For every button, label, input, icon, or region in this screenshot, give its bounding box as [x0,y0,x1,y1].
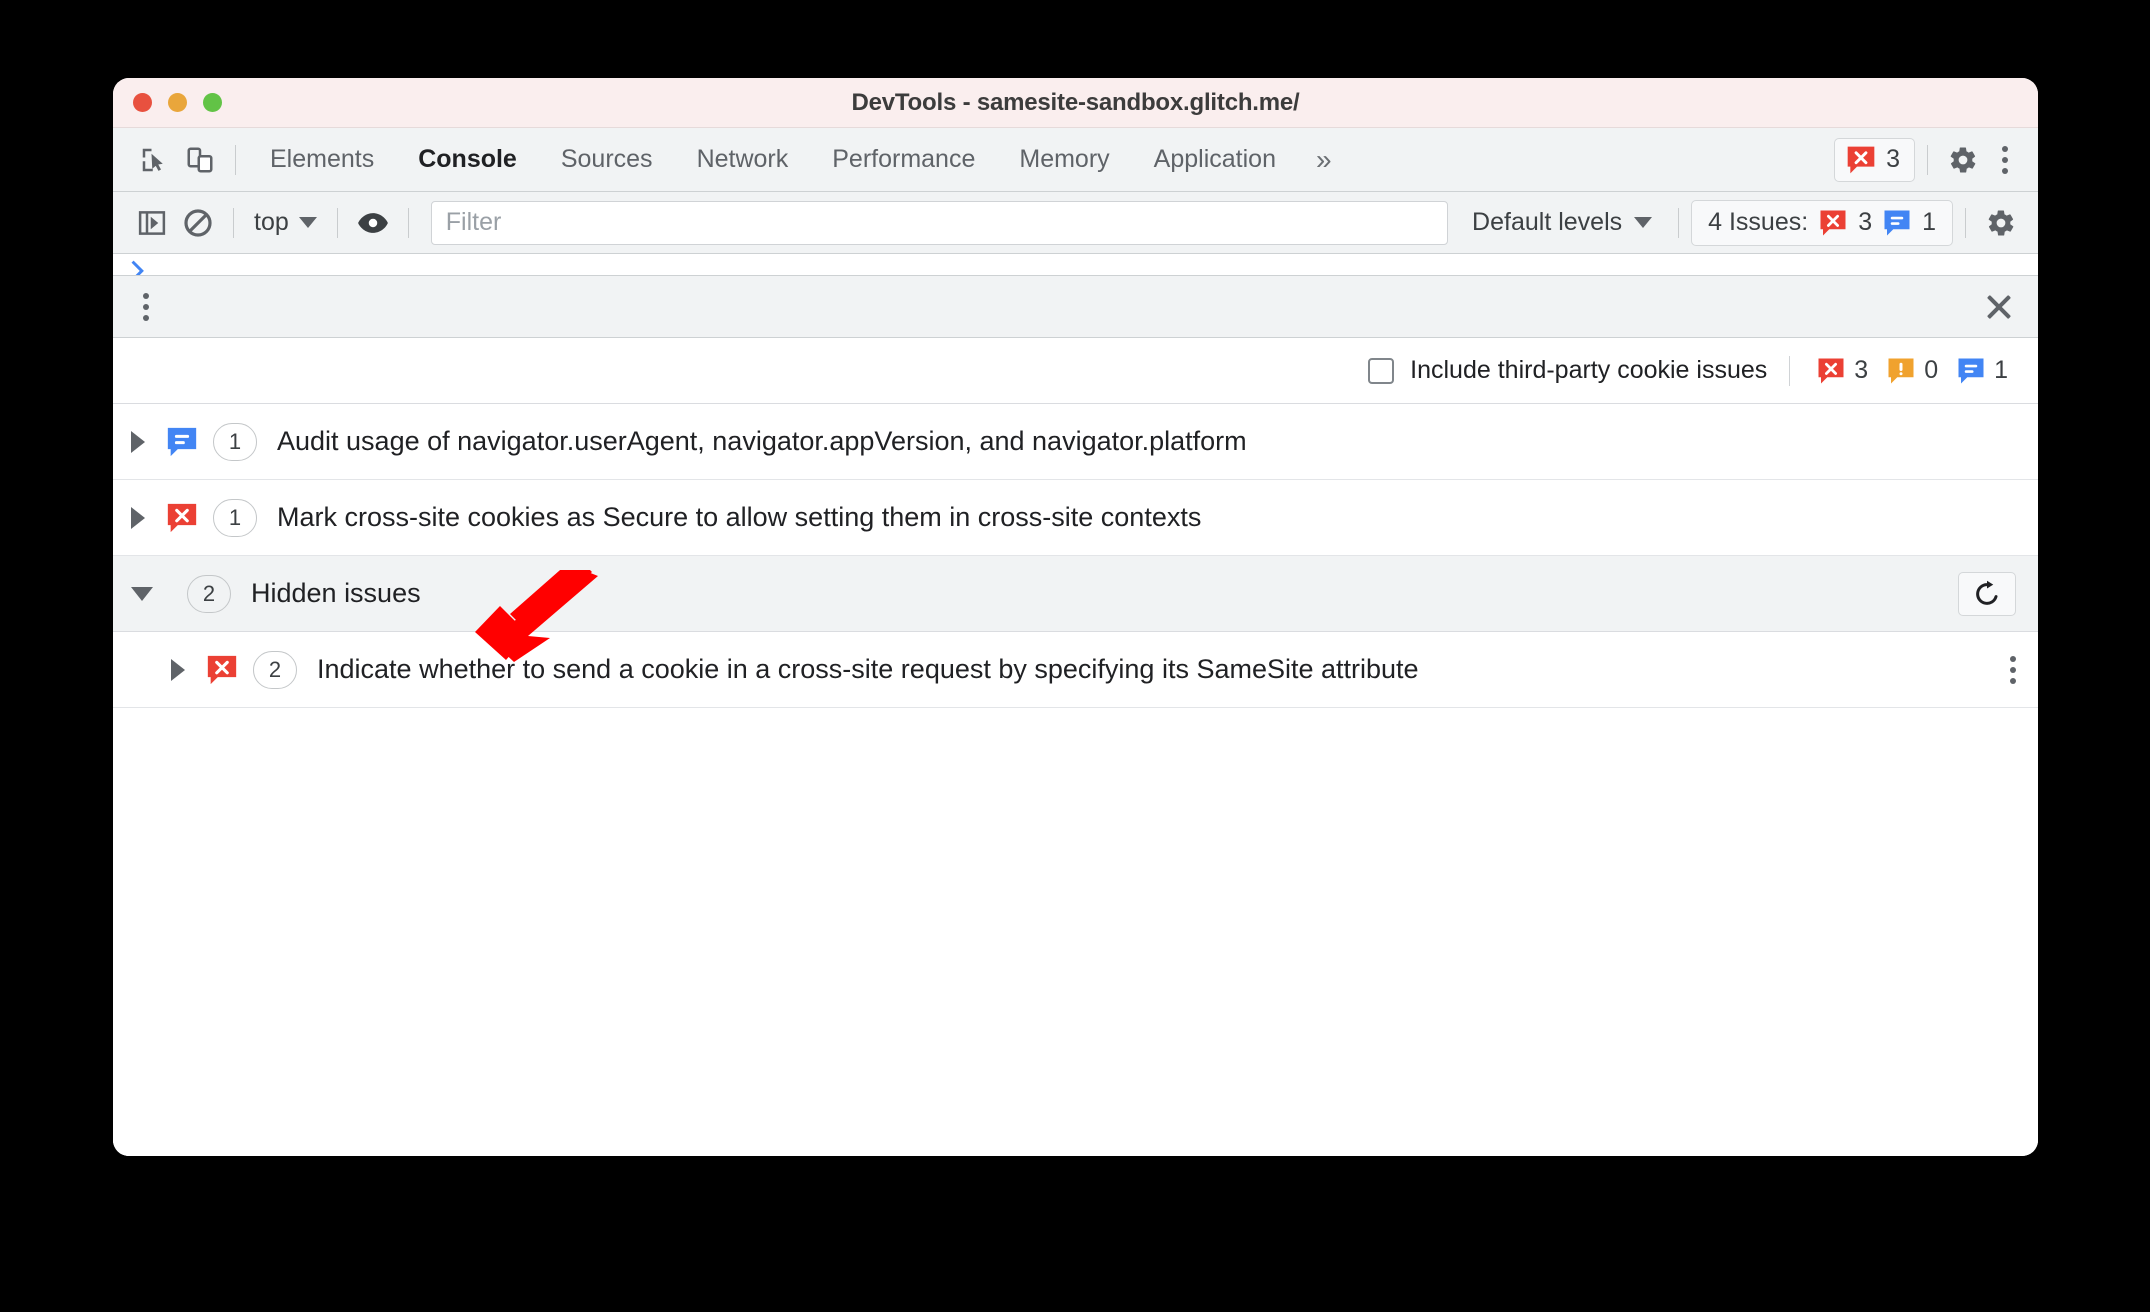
tab-elements[interactable]: Elements [248,128,396,191]
console-sidebar-icon[interactable] [129,200,175,246]
console-toolbar: top Filter Default levels 4 Issues: 3 1 [113,192,2038,254]
inspect-element-icon[interactable] [131,137,177,183]
toolbar-divider [235,144,236,175]
tab-memory[interactable]: Memory [997,128,1131,191]
third-party-cookie-label: Include third-party cookie issues [1410,356,1768,384]
third-party-cookie-checkbox[interactable] [1368,357,1395,384]
kebab-menu-icon[interactable] [1986,145,2024,174]
info-icon [1958,358,1984,383]
console-settings-gear-icon[interactable] [1978,200,2024,246]
info-icon [167,427,197,456]
issue-count-pill: 1 [213,422,257,461]
tab-console[interactable]: Console [396,128,539,191]
execution-context-selector[interactable]: top [246,208,325,237]
issues-panel-kebab-menu-icon[interactable] [127,292,165,321]
console-toolbar-divider-4 [1678,207,1680,238]
issues-panel: Include third-party cookie issues 3 0 1 … [113,276,2038,1156]
issues-info-count: 1 [1922,208,1936,236]
issues-empty-area [113,708,2038,1156]
issue-row[interactable]: 1 Audit usage of navigator.userAgent, na… [113,404,2038,480]
console-prompt-icon [131,260,144,275]
issues-panel-header [113,276,2038,338]
info-count-group: 1 [1956,356,2008,386]
issue-row[interactable]: 1 Mark cross-site cookies as Secure to a… [113,480,2038,556]
panel-tabs: Elements Console Sources Network Perform… [248,128,1350,191]
error-count-group: 3 [1816,356,1868,386]
issues-error-count: 3 [1858,208,1873,236]
issue-count-pill: 1 [213,498,257,537]
tab-network[interactable]: Network [675,128,811,191]
window-titlebar: DevTools - samesite-sandbox.glitch.me/ [113,78,2038,128]
gear-icon[interactable] [1940,137,1986,183]
issues-counter-label: 4 Issues: [1708,208,1809,236]
console-prompt-strip[interactable] [113,254,2038,276]
warning-count-value: 0 [1924,356,1939,384]
hidden-issues-label: Hidden issues [251,578,421,608]
issue-title: Indicate whether to send a cookie in a c… [317,654,1419,684]
issue-title: Audit usage of navigator.userAgent, navi… [277,426,1247,456]
device-toolbar-icon[interactable] [177,137,223,183]
issue-title: Mark cross-site cookies as Secure to all… [277,502,1202,532]
tab-performance[interactable]: Performance [810,128,997,191]
warning-icon [1888,358,1914,383]
error-icon [1818,358,1844,383]
error-icon [1847,146,1875,173]
more-tabs-icon[interactable]: » [1298,144,1350,176]
filter-input[interactable]: Filter [430,200,1449,245]
error-icon [167,503,197,532]
info-count-value: 1 [1994,356,2008,384]
console-toolbar-divider-1 [233,207,234,238]
live-expression-icon[interactable] [350,200,396,246]
error-count-value: 3 [1854,356,1869,384]
console-toolbar-divider-5 [1965,207,1966,238]
issues-count-summary: 3 0 1 [1789,355,2016,386]
collapse-triangle-icon[interactable] [131,586,153,601]
window-title: DevTools - samesite-sandbox.glitch.me/ [851,88,1300,116]
issue-row[interactable]: 2 Indicate whether to send a cookie in a… [113,632,2038,708]
expand-triangle-icon[interactable] [131,430,145,453]
tabstrip-divider-2 [1927,144,1928,175]
tab-application[interactable]: Application [1132,128,1298,191]
devtools-window: DevTools - samesite-sandbox.glitch.me/ E… [113,78,2038,1156]
error-icon [1820,210,1846,235]
console-toolbar-divider-2 [336,207,338,238]
expand-triangle-icon[interactable] [131,506,145,529]
warning-count-group: 0 [1886,356,1938,386]
expand-triangle-icon[interactable] [171,658,185,681]
chevron-down-icon [298,217,317,228]
console-toolbar-divider-3 [407,207,409,238]
refresh-icon[interactable] [1958,571,2016,616]
issues-filter-row: Include third-party cookie issues 3 0 1 [113,338,2038,404]
third-party-cookie-toggle[interactable]: Include third-party cookie issues [1368,356,1767,385]
issue-row-kebab-menu-icon[interactable] [1994,655,2016,684]
screenshot-root: DevTools - samesite-sandbox.glitch.me/ E… [0,0,2150,1312]
execution-context-label: top [254,208,289,236]
error-count-badge[interactable]: 3 [1834,137,1915,182]
log-levels-label: Default levels [1472,208,1623,236]
info-icon [1884,210,1910,235]
close-icon[interactable] [1982,290,2016,324]
error-count-value: 3 [1886,145,1900,173]
clear-console-icon[interactable] [175,200,221,246]
log-levels-selector[interactable]: Default levels [1458,208,1666,237]
devtools-tabstrip: Elements Console Sources Network Perform… [113,128,2038,192]
hidden-issues-group-row[interactable]: 2 Hidden issues [113,556,2038,632]
chevron-down-icon [1634,217,1653,228]
issue-count-pill: 2 [253,650,297,689]
error-icon [207,655,237,684]
tab-sources[interactable]: Sources [539,128,675,191]
issues-counter-button[interactable]: 4 Issues: 3 1 [1691,199,1953,246]
hidden-issues-count-pill: 2 [187,574,231,613]
